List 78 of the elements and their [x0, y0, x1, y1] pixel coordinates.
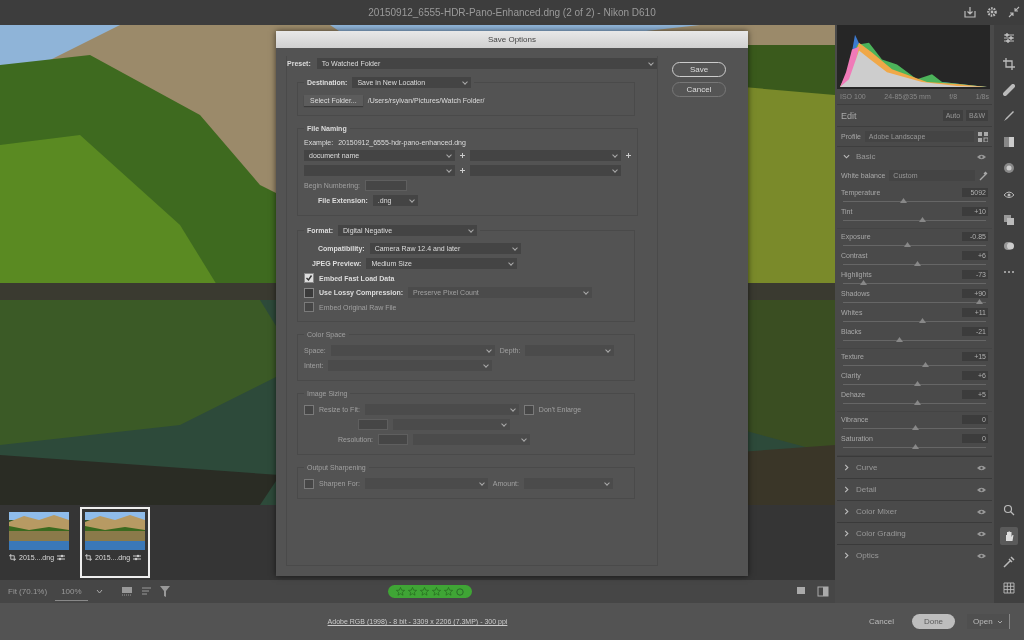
slider-thumb[interactable]: [914, 261, 922, 266]
cancel-button[interactable]: Cancel: [863, 616, 900, 627]
filter-icon[interactable]: [159, 586, 170, 597]
section-header[interactable]: Optics: [837, 544, 992, 566]
star-icon[interactable]: [407, 587, 417, 596]
open-button[interactable]: Open: [967, 614, 1010, 629]
sort-icon[interactable]: [140, 586, 152, 597]
star-icon[interactable]: [419, 587, 429, 596]
section-header[interactable]: Color Mixer: [837, 500, 992, 522]
section-title: Color Mixer: [856, 507, 898, 516]
sliders-icon: [57, 554, 66, 561]
window-title: 20150912_6555-HDR-Pano-Enhanced.dng (2 of 2) - Nikon D610: [368, 7, 656, 18]
eye-icon[interactable]: [977, 508, 986, 515]
checkbox[interactable]: [304, 287, 314, 298]
plus-icon: [460, 153, 465, 158]
collapse-icon[interactable]: [1008, 6, 1020, 18]
slider-thumb[interactable]: [914, 400, 922, 405]
eye-icon[interactable]: [977, 552, 986, 559]
section-header[interactable]: Curve: [837, 456, 992, 478]
dialog-button[interactable]: Save: [672, 62, 726, 77]
slider-thumb[interactable]: [918, 217, 926, 222]
slider-thumb[interactable]: [860, 280, 867, 285]
section-header[interactable]: Basic: [837, 147, 992, 166]
chevron-icon: [843, 464, 850, 471]
section-title: Color Grading: [856, 529, 907, 538]
before-after-icon[interactable]: [817, 586, 829, 597]
section-title: Curve: [856, 463, 879, 472]
section-title: Detail: [856, 485, 878, 494]
zoom-level[interactable]: 100%: [55, 582, 88, 601]
plus-icon: [626, 153, 631, 158]
chevron-icon: [843, 530, 850, 537]
crop-icon[interactable]: [1000, 55, 1018, 73]
chevron-icon: [843, 552, 850, 559]
plus-icon: [460, 168, 465, 173]
slider-thumb[interactable]: [918, 318, 926, 323]
view-icon[interactable]: [796, 586, 807, 596]
grid-icon[interactable]: [978, 131, 988, 142]
star-icon[interactable]: [431, 587, 441, 596]
eye-icon[interactable]: [977, 153, 986, 160]
section-title: Basic: [856, 152, 877, 161]
settings-icon[interactable]: [986, 6, 998, 18]
done-button[interactable]: Done: [911, 614, 956, 629]
crop-icon: [9, 554, 16, 561]
slider-thumb[interactable]: [921, 362, 929, 367]
slider-thumb[interactable]: [914, 381, 922, 386]
bandage-icon[interactable]: [1000, 81, 1018, 99]
section-header[interactable]: Color Grading: [837, 522, 992, 544]
dialog-button[interactable]: Cancel: [672, 82, 726, 97]
eyedropper-icon[interactable]: [979, 170, 988, 181]
caret-icon[interactable]: [95, 589, 103, 594]
sliders-icon: [133, 554, 142, 561]
slider-thumb[interactable]: [900, 198, 908, 203]
slider-thumb[interactable]: [904, 242, 912, 247]
chevron-icon: [843, 486, 850, 493]
grid-icon[interactable]: [1000, 579, 1018, 597]
section-title: Optics: [856, 551, 880, 560]
eye-icon[interactable]: [977, 530, 986, 537]
slider-thumb[interactable]: [895, 337, 903, 342]
slider-thumb[interactable]: [911, 444, 919, 449]
star-icon[interactable]: [395, 587, 405, 596]
crop-icon: [85, 554, 92, 561]
rating-bar[interactable]: [387, 585, 472, 598]
reject-icon[interactable]: [455, 587, 464, 596]
save-icon[interactable]: [964, 6, 976, 18]
dialog-title: Save Options: [276, 31, 748, 48]
panel-title: Edit: [841, 110, 857, 121]
star-icon[interactable]: [443, 587, 453, 596]
hand-icon[interactable]: [1000, 527, 1018, 545]
zoom-fit[interactable]: Fit (70.1%): [8, 587, 48, 596]
chevron-icon: [843, 153, 850, 160]
eye-icon[interactable]: [977, 486, 986, 493]
slider-thumb[interactable]: [911, 425, 919, 430]
caret-icon[interactable]: [996, 619, 1003, 624]
checkbox[interactable]: [304, 273, 314, 283]
section-header[interactable]: Detail: [837, 478, 992, 500]
filmstrip-icon[interactable]: [120, 586, 133, 597]
eye-icon[interactable]: [977, 464, 986, 471]
chevron-icon: [843, 508, 850, 515]
